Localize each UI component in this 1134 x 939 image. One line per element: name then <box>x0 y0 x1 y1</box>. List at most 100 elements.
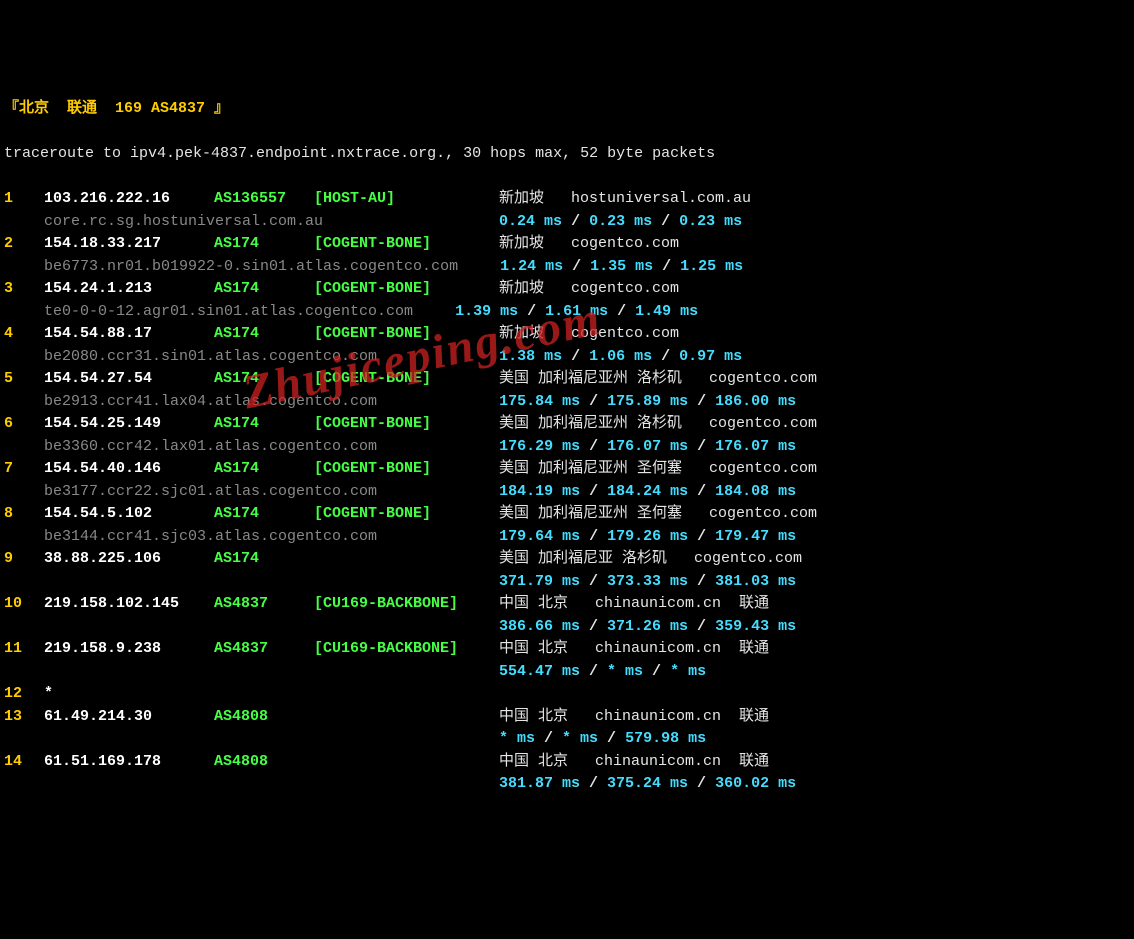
hop-number: 10 <box>4 593 44 616</box>
hop-row: 7154.54.40.146AS174[COGENT-BONE]美国 加利福尼亚… <box>4 458 1130 481</box>
hop-asn: AS174 <box>214 368 314 391</box>
hop-times: 554.47 ms / * ms / * ms <box>499 663 706 680</box>
hop-number: 6 <box>4 413 44 436</box>
hop-row-detail: core.rc.sg.hostuniversal.com.au 0.24 ms /… <box>4 211 1130 234</box>
hop-number: 5 <box>4 368 44 391</box>
hop-location: 中国 北京 <box>499 595 568 612</box>
hop-rdns: be2913.ccr41.lax04.atlas.cogentco.com <box>4 391 377 414</box>
hop-ip: 154.18.33.217 <box>44 233 214 256</box>
hop-rdns: be2080.ccr31.sin01.atlas.cogentco.com <box>4 346 377 369</box>
hop-row: 4154.54.88.17AS174[COGENT-BONE]新加坡 cogen… <box>4 323 1130 346</box>
hop-times: 175.84 ms / 175.89 ms / 186.00 ms <box>499 393 796 410</box>
hop-rdns: core.rc.sg.hostuniversal.com.au <box>4 211 323 234</box>
hop-row: 2154.18.33.217AS174[COGENT-BONE]新加坡 coge… <box>4 233 1130 256</box>
hop-host: chinaunicom.cn 联通 <box>595 753 769 770</box>
hop-ip: 219.158.9.238 <box>44 638 214 661</box>
hop-number: 12 <box>4 683 44 706</box>
hop-times: 0.24 ms / 0.23 ms / 0.23 ms <box>499 213 742 230</box>
hop-org: [COGENT-BONE] <box>314 323 499 346</box>
hop-location: 中国 北京 <box>499 708 568 725</box>
hop-org: [HOST-AU] <box>314 188 499 211</box>
hop-times: 176.29 ms / 176.07 ms / 176.07 ms <box>499 438 796 455</box>
hop-times: * ms / * ms / 579.98 ms <box>499 730 706 747</box>
hop-org: [CU169-BACKBONE] <box>314 638 499 661</box>
hop-number: 2 <box>4 233 44 256</box>
hop-org: [COGENT-BONE] <box>314 278 499 301</box>
hop-asn: AS174 <box>214 323 314 346</box>
hop-number: 8 <box>4 503 44 526</box>
hop-location: 新加坡 <box>499 235 544 252</box>
hop-host: cogentco.com <box>571 235 679 252</box>
hop-ip: 61.49.214.30 <box>44 706 214 729</box>
hop-location: 美国 加利福尼亚 洛杉矶 <box>499 550 667 567</box>
hop-times: 386.66 ms / 371.26 ms / 359.43 ms <box>499 618 796 635</box>
hop-ip: 154.54.25.149 <box>44 413 214 436</box>
hop-asn: AS174 <box>214 413 314 436</box>
hop-location: 中国 北京 <box>499 753 568 770</box>
hop-row-detail: be6773.nr01.b019922-0.sin01.atlas.cogent… <box>4 256 1130 279</box>
hop-row: 6154.54.25.149AS174[COGENT-BONE]美国 加利福尼亚… <box>4 413 1130 436</box>
hop-org: [COGENT-BONE] <box>314 503 499 526</box>
hop-org: [COGENT-BONE] <box>314 458 499 481</box>
traceroute-command: traceroute to ipv4.pek-4837.endpoint.nxt… <box>4 143 1130 166</box>
hop-number: 9 <box>4 548 44 571</box>
hop-location: 新加坡 <box>499 190 544 207</box>
hop-row: 8154.54.5.102AS174[COGENT-BONE]美国 加利福尼亚州… <box>4 503 1130 526</box>
hop-org: [COGENT-BONE] <box>314 233 499 256</box>
hop-rdns: be3177.ccr22.sjc01.atlas.cogentco.com <box>4 481 377 504</box>
hop-times: 381.87 ms / 375.24 ms / 360.02 ms <box>499 775 796 792</box>
hop-number: 1 <box>4 188 44 211</box>
hop-asn: AS174 <box>214 503 314 526</box>
hop-row-detail: 381.87 ms / 375.24 ms / 360.02 ms <box>4 773 1130 796</box>
hop-location: 美国 加利福尼亚州 洛杉矶 <box>499 415 682 432</box>
hop-host: cogentco.com <box>694 550 802 567</box>
hop-ip: 61.51.169.178 <box>44 751 214 774</box>
hop-row: 938.88.225.106AS174美国 加利福尼亚 洛杉矶 cogentco… <box>4 548 1130 571</box>
hop-ip: 154.24.1.213 <box>44 278 214 301</box>
hop-row-detail: 386.66 ms / 371.26 ms / 359.43 ms <box>4 616 1130 639</box>
hop-rdns: be6773.nr01.b019922-0.sin01.atlas.cogent… <box>4 256 458 279</box>
hop-ip: 103.216.222.16 <box>44 188 214 211</box>
hop-row: 3154.24.1.213AS174[COGENT-BONE]新加坡 cogen… <box>4 278 1130 301</box>
hop-row: 5154.54.27.54AS174[COGENT-BONE]美国 加利福尼亚州… <box>4 368 1130 391</box>
hop-number: 3 <box>4 278 44 301</box>
hops-container: 1103.216.222.16AS136557[HOST-AU]新加坡 host… <box>4 188 1130 796</box>
hop-row-detail: be3177.ccr22.sjc01.atlas.cogentco.com184… <box>4 481 1130 504</box>
hop-ip: 219.158.102.145 <box>44 593 214 616</box>
hop-times: 1.39 ms / 1.61 ms / 1.49 ms <box>428 303 698 320</box>
hop-location: 美国 加利福尼亚州 圣何塞 <box>499 460 682 477</box>
hop-asn: AS4837 <box>214 593 314 616</box>
hop-org: [CU169-BACKBONE] <box>314 593 499 616</box>
hop-ip: 154.54.5.102 <box>44 503 214 526</box>
hop-host: chinaunicom.cn 联通 <box>595 595 769 612</box>
hop-asn: AS4808 <box>214 706 314 729</box>
hop-host: cogentco.com <box>709 370 817 387</box>
hop-org: [COGENT-BONE] <box>314 368 499 391</box>
hop-host: cogentco.com <box>709 415 817 432</box>
hop-times: 371.79 ms / 373.33 ms / 381.03 ms <box>499 573 796 590</box>
hop-row: 12* <box>4 683 1130 706</box>
hop-asn: AS4837 <box>214 638 314 661</box>
hop-row: 1361.49.214.30AS4808中国 北京 chinaunicom.cn… <box>4 706 1130 729</box>
hop-ip: 154.54.27.54 <box>44 368 214 391</box>
hop-asn: AS136557 <box>214 188 314 211</box>
hop-host: cogentco.com <box>571 325 679 342</box>
hop-number: 14 <box>4 751 44 774</box>
hop-rdns: be3144.ccr41.sjc03.atlas.cogentco.com <box>4 526 377 549</box>
hop-asn: AS174 <box>214 233 314 256</box>
hop-row-detail: 371.79 ms / 373.33 ms / 381.03 ms <box>4 571 1130 594</box>
hop-location: 新加坡 <box>499 325 544 342</box>
hop-row: 1461.51.169.178AS4808中国 北京 chinaunicom.c… <box>4 751 1130 774</box>
hop-ip: 154.54.40.146 <box>44 458 214 481</box>
hop-rdns: te0-0-0-12.agr01.sin01.atlas.cogentco.co… <box>4 301 413 324</box>
title-line: 『北京 联通 169 AS4837 』 <box>4 98 1130 121</box>
hop-row: 10219.158.102.145AS4837[CU169-BACKBONE]中… <box>4 593 1130 616</box>
hop-location: 美国 加利福尼亚州 洛杉矶 <box>499 370 682 387</box>
hop-host: cogentco.com <box>709 460 817 477</box>
hop-row-detail: 554.47 ms / * ms / * ms <box>4 661 1130 684</box>
hop-location: 美国 加利福尼亚州 圣何塞 <box>499 505 682 522</box>
hop-host: cogentco.com <box>709 505 817 522</box>
hop-times: 1.38 ms / 1.06 ms / 0.97 ms <box>499 348 742 365</box>
hop-row-detail: be2913.ccr41.lax04.atlas.cogentco.com 175… <box>4 391 1130 414</box>
hop-asn: AS174 <box>214 278 314 301</box>
